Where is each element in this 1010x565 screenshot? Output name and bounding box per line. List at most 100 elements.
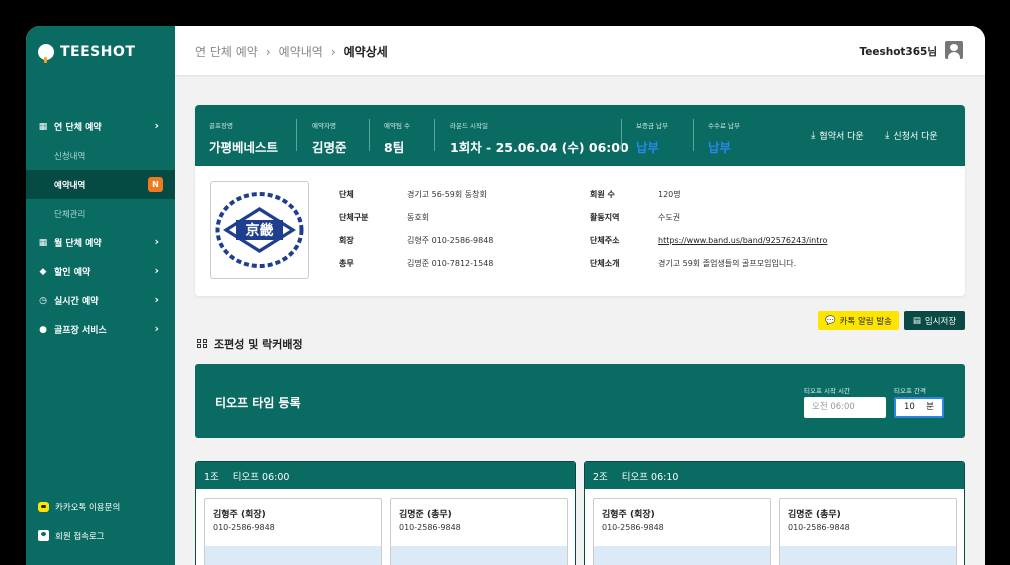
field-value: 납부: [708, 140, 732, 155]
button-label: 협약서 다운: [819, 132, 864, 142]
divider: [621, 119, 622, 151]
group-name: 1조: [204, 471, 219, 483]
field-label: 보증금 납부: [636, 122, 668, 130]
sidebar-item-golf-service[interactable]: ● 골프장 서비스 ›: [26, 315, 175, 344]
detail-row: 회원 수 120명: [590, 189, 681, 200]
button-label: 임시저장: [924, 316, 957, 327]
detail-row: 단체구분 동호회: [339, 212, 429, 223]
field-label: 수수료 납부: [708, 122, 740, 130]
sidebar-subitem-label: 단체관리: [54, 209, 86, 220]
detail-value: 120명: [658, 190, 681, 199]
fee-field: 수수료 납부 납부: [708, 120, 740, 156]
device-frame: TEESHOT ▦ 연 단체 예약 › 신청내역 예약내역 N 단체관리 ▦ 월…: [0, 0, 1010, 565]
kakao-inquiry-link[interactable]: 카카오톡 이용문의: [26, 492, 175, 521]
grid-icon: [197, 339, 208, 349]
sidebar-item-monthly-group[interactable]: ▦ 월 단체 예약 ›: [26, 228, 175, 257]
detail-row: 단체주소 https://www.band.us/band/92576243/in…: [590, 235, 827, 246]
locker-slot[interactable]: [391, 546, 567, 565]
member-phone: 010-2586-9848: [399, 523, 461, 532]
detail-row: 활동지역 수도권: [590, 212, 680, 223]
field-label: 골프장명: [209, 122, 233, 130]
member-name: 김명준 (총무): [788, 510, 841, 520]
field-label: 예약자명: [312, 122, 336, 130]
locker-slot[interactable]: [205, 546, 381, 565]
pin-icon: ●: [39, 324, 47, 335]
sidebar-item-annual-group[interactable]: ▦ 연 단체 예약 ›: [26, 112, 175, 141]
app-screen: TEESHOT ▦ 연 단체 예약 › 신청내역 예약내역 N 단체관리 ▦ 월…: [26, 26, 985, 565]
teeoff-interval-input[interactable]: 10 분: [894, 397, 944, 418]
group-url-link[interactable]: https://www.band.us/band/92576243/intro: [658, 236, 827, 245]
user-card-icon: [38, 530, 49, 541]
field-value: 납부: [636, 140, 660, 155]
sidebar-item-label: 연 단체 예약: [54, 123, 102, 133]
member-card[interactable]: 김명준 (총무) 010-2586-9848: [390, 498, 568, 565]
sidebar-subitem-reservations[interactable]: 예약내역 N: [26, 170, 175, 199]
member-phone: 010-2586-9848: [213, 523, 275, 532]
sidebar-item-realtime[interactable]: ◷ 실시간 예약 ›: [26, 286, 175, 315]
member-card[interactable]: 김형주 (회장) 010-2586-9848: [204, 498, 382, 565]
chevron-right-icon: ›: [154, 235, 159, 248]
sidebar: TEESHOT ▦ 연 단체 예약 › 신청내역 예약내역 N 단체관리 ▦ 월…: [26, 26, 175, 565]
field-label: 예약팀 수: [384, 122, 410, 130]
detail-value: 김형주 010-2586-9848: [407, 236, 494, 245]
chevron-right-icon: ›: [154, 119, 159, 132]
detail-key: 활동지역: [590, 213, 620, 222]
download-application-button[interactable]: ⤓ 신청서 다운: [885, 129, 938, 142]
kakao-notify-button[interactable]: 💬 카톡 알림 발송: [818, 311, 899, 330]
group-card: 1조 티오프 06:00 김형주 (회장) 010-2586-9848 김명준 …: [195, 461, 576, 565]
detail-row: 총무 김명준 010-7812-1548: [339, 258, 493, 269]
detail-key: 회원 수: [590, 190, 615, 199]
member-log-link[interactable]: 회원 접속로그: [26, 521, 175, 550]
top-header: 연 단체 예약 › 예약내역 › 예약상세 Teeshot365님: [175, 26, 985, 75]
member-card[interactable]: 김명준 (총무) 010-2586-9848: [779, 498, 957, 565]
detail-row: 단체 경기고 56-59회 동창회: [339, 189, 487, 200]
chevron-right-icon: ›: [265, 44, 271, 59]
field-value: 김명준: [312, 140, 347, 155]
detail-value: 동호회: [407, 213, 430, 222]
detail-key: 단체주소: [590, 236, 620, 245]
locker-slot[interactable]: [594, 546, 770, 565]
sidebar-nav: ▦ 연 단체 예약 › 신청내역 예약내역 N 단체관리 ▦ 월 단체 예약 ›…: [26, 112, 175, 344]
interval-value: 10: [904, 402, 915, 412]
detail-key: 회장: [339, 236, 354, 245]
new-badge: N: [148, 177, 163, 192]
chat-bubble-icon: 💬: [825, 315, 836, 326]
group-header: 2조 티오프 06:10: [585, 462, 964, 489]
locker-slot[interactable]: [780, 546, 956, 565]
teeoff-start-input[interactable]: 오전 06:00: [804, 397, 886, 418]
reservation-info-card: 골프장명 가평베네스트 예약자명 김명준 예약팀 수 8팀 라운드 시작일 1회…: [195, 105, 965, 296]
sidebar-item-label: 월 단체 예약: [54, 239, 102, 249]
download-agreement-button[interactable]: ⤓ 협약서 다운: [811, 129, 864, 142]
sidebar-subitem-group-management[interactable]: 단체관리: [26, 199, 175, 228]
button-label: 카톡 알림 발송: [839, 316, 892, 327]
sidebar-item-label: 실시간 예약: [54, 297, 99, 307]
field-value: 1회차 - 25.06.04 (수) 06:00: [450, 140, 629, 155]
chevron-right-icon: ›: [154, 293, 159, 306]
temp-save-button[interactable]: ▤ 임시저장: [904, 311, 965, 330]
section-title: 조편성 및 락커배정: [197, 336, 303, 352]
sidebar-bottom: 카카오톡 이용문의 회원 접속로그: [26, 492, 175, 550]
sidebar-item-discount[interactable]: ◆ 할인 예약 ›: [26, 257, 175, 286]
chevron-right-icon: ›: [330, 44, 336, 59]
calendar-icon: ▦: [38, 121, 48, 132]
sidebar-subitem-label: 예약내역: [54, 180, 86, 191]
member-card[interactable]: 김형주 (회장) 010-2586-9848: [593, 498, 771, 565]
sidebar-subitem-applications[interactable]: 신청내역: [26, 141, 175, 170]
download-icon: ⤓: [885, 130, 890, 141]
breadcrumb-item[interactable]: 예약내역: [279, 43, 323, 60]
breadcrumb-item[interactable]: 연 단체 예약: [195, 43, 258, 60]
document-icon: ▤: [912, 315, 921, 326]
group-teeoff-time: 티오프 06:00: [232, 471, 290, 483]
calendar-icon: ▦: [38, 237, 48, 248]
member-phone: 010-2586-9848: [788, 523, 850, 532]
detail-key: 단체구분: [339, 213, 369, 222]
detail-row: 단체소개 경기고 59회 졸업생들의 골프모임입니다.: [590, 258, 796, 269]
teams-field: 예약팀 수 8팀: [384, 120, 410, 156]
user-name: Teeshot365님: [859, 46, 937, 58]
sidebar-subitem-label: 신청내역: [54, 151, 86, 162]
brand-logo[interactable]: TEESHOT: [38, 42, 135, 63]
divider: [434, 119, 435, 151]
detail-value: 수도권: [658, 213, 681, 222]
interval-unit: 분: [926, 402, 934, 412]
avatar[interactable]: [945, 41, 963, 59]
